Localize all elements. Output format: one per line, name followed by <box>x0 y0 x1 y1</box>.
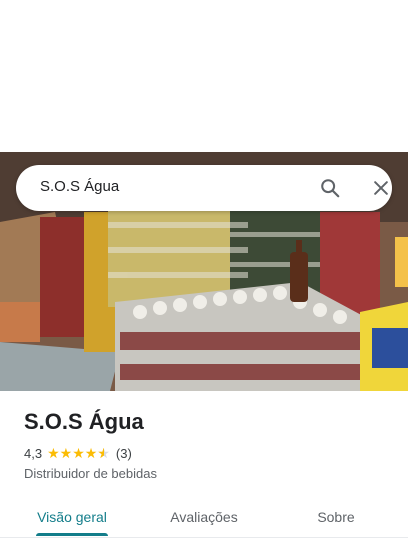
search-input[interactable]: S.O.S Água <box>40 178 119 195</box>
star-icon: ★ <box>84 445 98 461</box>
star-icon: ★ <box>47 445 60 461</box>
active-tab-indicator <box>36 533 108 536</box>
place-title: S.O.S Água <box>24 409 144 434</box>
review-count[interactable]: (3) <box>116 446 132 461</box>
rating-value: 4,3 <box>24 445 43 461</box>
star-icon: ★ <box>72 445 85 461</box>
place-tabs: Visão geral Avaliações Sobre <box>0 496 408 538</box>
tab-reviews[interactable]: Avaliações <box>152 496 256 538</box>
star-icon: ★ <box>59 445 73 461</box>
tab-overview[interactable]: Visão geral <box>24 496 120 538</box>
search-bar[interactable]: S.O.S Água <box>16 165 392 211</box>
place-category: Distribuidor de bebidas <box>24 466 157 481</box>
tab-about[interactable]: Sobre <box>296 496 376 538</box>
close-icon[interactable] <box>371 178 391 198</box>
search-icon[interactable] <box>319 177 341 199</box>
half-star-icon: ★ <box>97 446 110 460</box>
rating-row[interactable]: 4,3 ★ ★ ★ ★ ★ (3) <box>24 444 132 462</box>
rating-stars: ★ ★ ★ ★ ★ <box>47 446 110 460</box>
